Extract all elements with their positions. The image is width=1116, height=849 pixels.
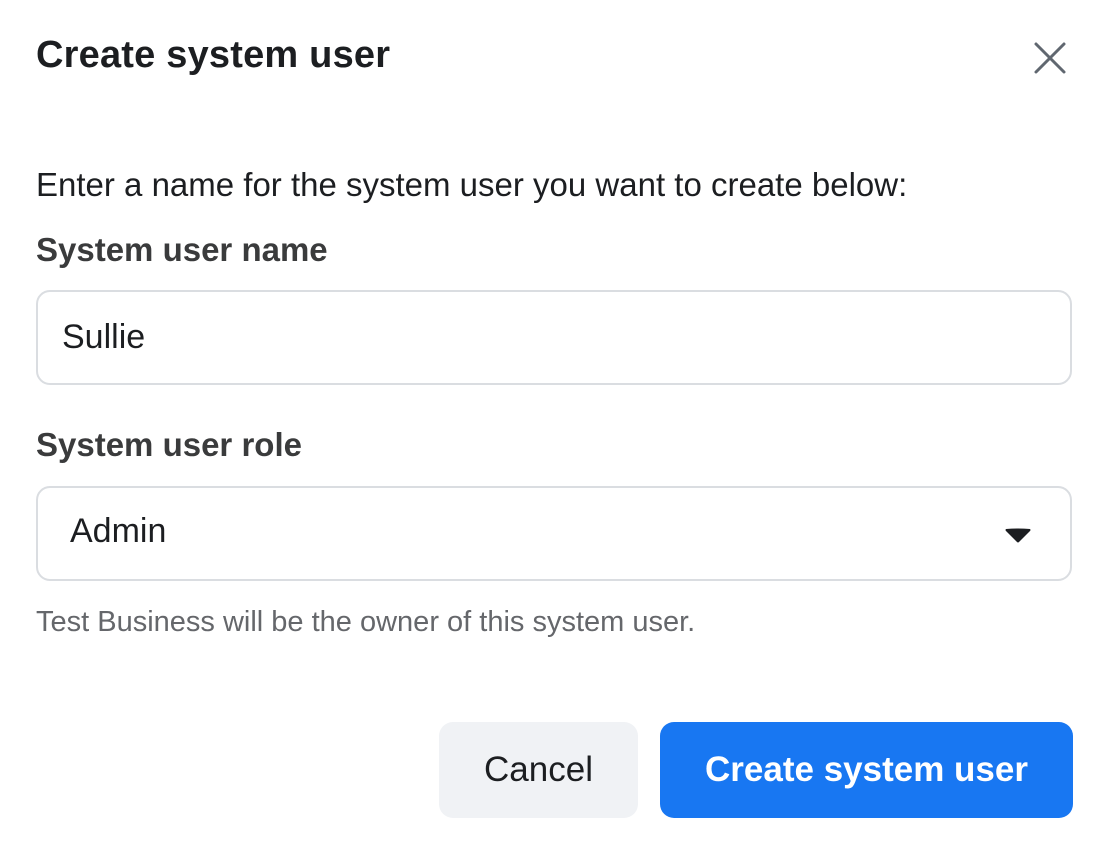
close-icon: [1034, 42, 1066, 74]
system-user-name-input[interactable]: [36, 290, 1072, 385]
dialog-instructions: Enter a name for the system user you wan…: [36, 166, 908, 203]
cancel-button[interactable]: Cancel: [439, 722, 638, 818]
system-user-role-value: Admin: [70, 512, 167, 550]
create-system-user-dialog: Create system user Enter a name for the …: [0, 0, 1116, 849]
close-button[interactable]: [1024, 32, 1076, 84]
dialog-title: Create system user: [36, 34, 391, 76]
system-user-name-label: System user name: [36, 231, 328, 268]
system-user-role-label: System user role: [36, 426, 302, 463]
create-system-user-button[interactable]: Create system user: [660, 722, 1073, 818]
system-user-role-select[interactable]: Admin: [36, 486, 1072, 581]
caret-down-icon: [1005, 528, 1031, 543]
owner-helper-text: Test Business will be the owner of this …: [36, 606, 696, 638]
